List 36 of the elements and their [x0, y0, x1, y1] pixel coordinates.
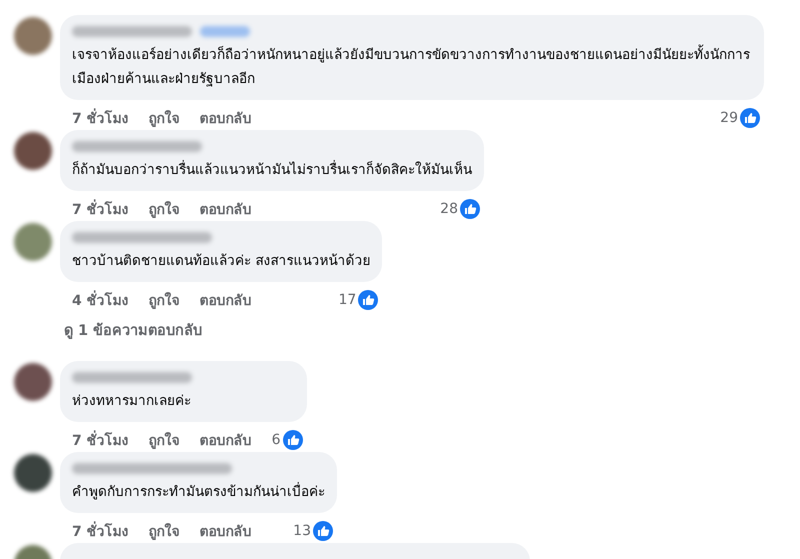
thumbs-up-icon	[358, 290, 378, 310]
like-link[interactable]: ถูกใจ	[148, 289, 180, 311]
comment-text: ก็ถ้ามันบอกว่าราบรื่นแล้วแนวหน้ามันไม่ราบรื่นเราก็จัดสิคะให้มันเห็น	[72, 159, 472, 180]
reply-link[interactable]: ตอบกลับ	[200, 520, 252, 542]
comment-text: เจรจาห้องแอร์อย่างเดียวก็ถือว่าหนักหนาอยู่แล้วยังมีขบวนการขัดขวางการทำงานของชายแดนอย่างมีนัยยะทั้งนักการเมืองฝ่ายค้านและฝ่ายรัฐบาลอีก	[72, 43, 752, 91]
comment-time: 4 ชั่วโมง	[72, 289, 129, 311]
avatar[interactable]	[14, 454, 52, 492]
view-replies-link[interactable]: ดู 1 ข้อความตอบกลับ	[64, 318, 800, 341]
like-count: 13	[293, 523, 311, 539]
like-count: 17	[338, 292, 356, 308]
reply-link[interactable]: ตอบกลับ	[200, 429, 252, 451]
like-link[interactable]: ถูกใจ	[148, 429, 180, 451]
avatar[interactable]	[14, 132, 52, 170]
thumbs-up-icon	[460, 199, 480, 219]
comment-text: คำพูดกับการกระทำมันตรงข้ามกันน่าเบื่อค่ะ	[72, 481, 325, 502]
comment-time: 7 ชั่วโมง	[72, 107, 129, 129]
comment-time: 7 ชั่วโมง	[72, 429, 129, 451]
thumbs-up-icon	[313, 521, 333, 541]
comment-text: ห่วงทหารมากเลยค่ะ	[72, 392, 192, 411]
like-count: 28	[440, 201, 458, 217]
blurred-badge	[200, 26, 250, 36]
like-count: 6	[272, 432, 281, 448]
comment-text: ชาวบ้านติดชายแดนท้อแล้วค่ะ สงสารแนวหน้าด้วย	[72, 252, 370, 271]
thumbs-up-icon	[740, 108, 760, 128]
comment-time: 7 ชั่วโมง	[72, 520, 129, 542]
like-link[interactable]: ถูกใจ	[148, 520, 180, 542]
like-count: 29	[720, 110, 738, 126]
like-link[interactable]: ถูกใจ	[148, 107, 180, 129]
thumbs-up-icon	[282, 430, 303, 450]
like-link[interactable]: ถูกใจ	[148, 198, 180, 220]
avatar[interactable]	[14, 17, 52, 55]
reply-link[interactable]: ตอบกลับ	[200, 198, 252, 220]
avatar[interactable]	[14, 363, 52, 401]
comment-time: 7 ชั่วโมง	[72, 198, 129, 220]
reply-link[interactable]: ตอบกลับ	[200, 107, 252, 129]
reply-link[interactable]: ตอบกลับ	[200, 289, 252, 311]
